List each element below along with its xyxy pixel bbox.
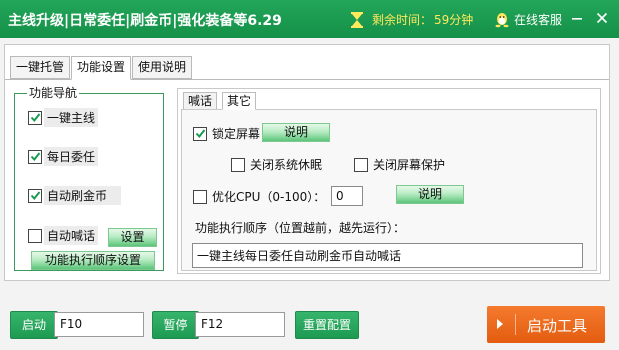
minimize-button[interactable] <box>567 8 587 28</box>
pause-hotkey-input[interactable]: F12 <box>195 312 285 337</box>
nav-item-label: 自动刷金币 <box>44 186 122 205</box>
execution-order-field[interactable]: 一键主线每日委任自动刷金币自动喊话 <box>192 243 583 268</box>
optimize-cpu-option[interactable]: 优化CPU（0-100）： <box>193 187 328 206</box>
checkbox-unchecked-icon[interactable] <box>354 157 368 172</box>
checkbox-checked-icon[interactable] <box>193 126 207 141</box>
start-hotkey-input[interactable]: F10 <box>54 312 144 337</box>
reset-config-button[interactable]: 重置配置 <box>295 311 359 339</box>
tab-one-click[interactable]: 一键托管 <box>10 56 71 79</box>
subtab-shout[interactable]: 喊话 <box>183 92 218 110</box>
launch-tool-button[interactable]: 启动工具 <box>487 306 605 343</box>
online-service-link[interactable]: 在线客服 <box>494 11 562 28</box>
checkbox-checked-icon[interactable] <box>28 188 42 203</box>
close-icon <box>596 12 608 24</box>
main-panel: 一键托管 功能设置 使用说明 功能导航 一键主线 每日委任 自动刷金币 自动喊话… <box>4 44 610 281</box>
online-service-label: 在线客服 <box>514 13 563 27</box>
execution-order-label: 功能执行顺序（位置越前，越先运行）： <box>195 221 406 235</box>
checkbox-unchecked-icon[interactable] <box>28 228 42 243</box>
hourglass-icon <box>351 11 363 28</box>
cpu-value-input[interactable]: 0 <box>331 186 363 206</box>
nav-item-daily-commission[interactable]: 每日委任 <box>28 147 99 166</box>
nav-item-auto-gold[interactable]: 自动刷金币 <box>28 186 122 205</box>
nav-item-label: 一键主线 <box>44 108 99 127</box>
timer-label: 剩余时间： <box>372 13 433 27</box>
button-divider <box>515 314 516 335</box>
launch-tool-label: 启动工具 <box>527 317 588 335</box>
checkbox-checked-icon[interactable] <box>28 110 42 125</box>
tab-function-settings[interactable]: 功能设置 <box>71 56 132 80</box>
checkbox-checked-icon[interactable] <box>28 149 42 164</box>
shout-settings-button[interactable]: 设置 <box>108 228 157 247</box>
disable-sleep-option[interactable]: 关闭系统休眠 <box>231 155 325 174</box>
minimize-icon <box>572 18 582 20</box>
nav-item-main-quest[interactable]: 一键主线 <box>28 108 99 127</box>
title-bar: 主线升级|日常委任|刷金币|强化装备等6.29 剩余时间： 59分钟 在线客服 <box>0 0 619 38</box>
remaining-time: 剩余时间： 59分钟 <box>350 11 473 28</box>
close-button[interactable] <box>592 8 612 28</box>
lock-screen-label: 锁定屏幕 <box>212 127 261 141</box>
nav-item-auto-shout[interactable]: 自动喊话 <box>28 226 99 245</box>
settings-subpanel: 喊话 其它 锁定屏幕 说明 关闭系统休眠 关闭屏幕保护 优化CPU（0-100）… <box>177 88 601 274</box>
cpu-explain-button[interactable]: 说明 <box>396 185 464 204</box>
other-settings-area: 锁定屏幕 说明 关闭系统休眠 关闭屏幕保护 优化CPU（0-100）： 0 说明… <box>181 109 597 271</box>
timer-value: 59分钟 <box>434 13 474 27</box>
function-nav-title: 功能导航 <box>27 86 80 100</box>
nav-item-label: 每日委任 <box>44 147 99 166</box>
optimize-cpu-label: 优化CPU（0-100）： <box>212 190 326 204</box>
nav-item-label: 自动喊话 <box>44 226 99 245</box>
subtab-other[interactable]: 其它 <box>222 92 257 110</box>
qq-penguin-icon <box>495 12 509 27</box>
function-nav-group: 功能导航 一键主线 每日委任 自动刷金币 自动喊话 设置 功能执行顺序设置 <box>14 86 164 271</box>
checkbox-unchecked-icon[interactable] <box>231 157 245 172</box>
lock-screen-option[interactable]: 锁定屏幕 <box>193 124 263 143</box>
disable-screensaver-label: 关闭屏幕保护 <box>373 158 446 172</box>
disable-sleep-label: 关闭系统休眠 <box>250 158 323 172</box>
checkbox-unchecked-icon[interactable] <box>193 189 207 204</box>
execution-order-settings-button[interactable]: 功能执行顺序设置 <box>31 251 155 270</box>
tab-usage-guide[interactable]: 使用说明 <box>132 56 193 79</box>
pause-button[interactable]: 暂停 <box>152 311 199 339</box>
play-arrow-icon <box>497 319 503 329</box>
disable-screensaver-option[interactable]: 关闭屏幕保护 <box>354 155 448 174</box>
lock-screen-explain-button[interactable]: 说明 <box>262 123 330 142</box>
app-title: 主线升级|日常委任|刷金币|强化装备等6.29 <box>8 13 282 29</box>
start-button[interactable]: 启动 <box>10 311 58 339</box>
